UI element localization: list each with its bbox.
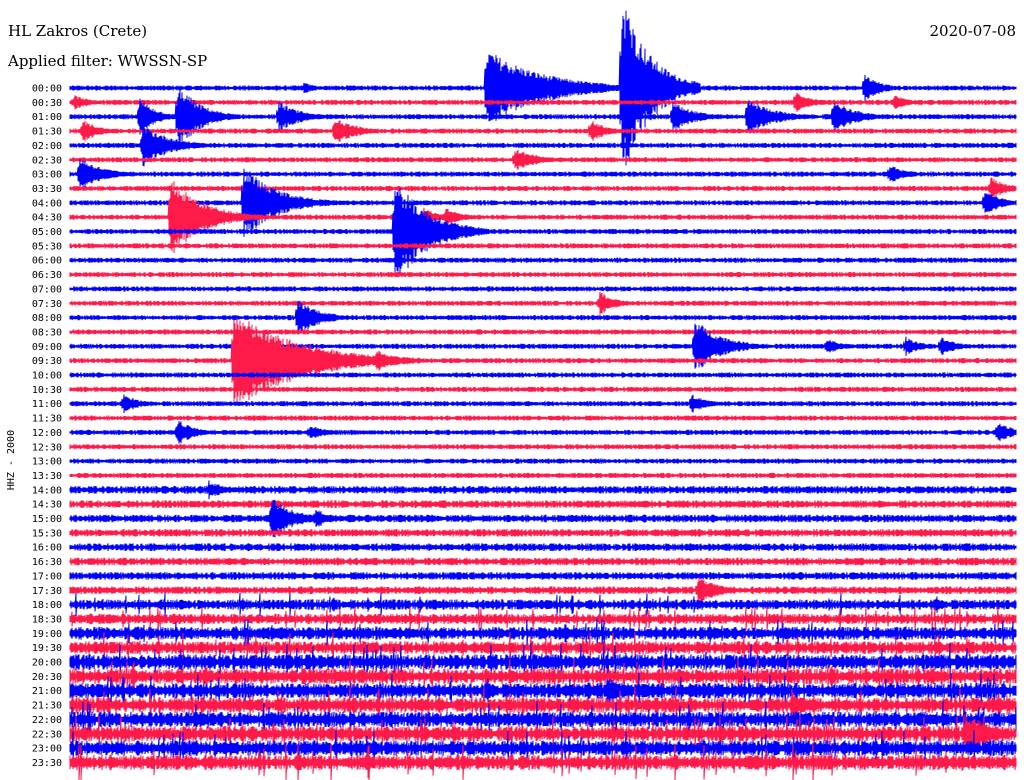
time-label: 05:00 bbox=[32, 227, 62, 238]
time-label: 03:00 bbox=[32, 170, 62, 181]
time-label: 17:30 bbox=[32, 586, 62, 597]
time-labels: 00:00 00:30 01:00 01:30 02:00 02:30 03:00 03:30… bbox=[32, 84, 62, 769]
time-label: 04:00 bbox=[32, 198, 62, 209]
time-label: 00:30 bbox=[32, 98, 62, 109]
time-label: 11:00 bbox=[32, 399, 62, 410]
time-label: 10:30 bbox=[32, 385, 62, 396]
time-label: 13:30 bbox=[32, 471, 62, 482]
helicorder-plot: 00:00 00:30 01:00 01:30 02:00 02:30 03:00 03:30… bbox=[32, 10, 1017, 780]
time-label: 22:00 bbox=[32, 715, 62, 726]
time-label: 21:00 bbox=[32, 686, 62, 697]
time-label: 19:30 bbox=[32, 643, 62, 654]
time-label: 15:30 bbox=[32, 528, 62, 539]
time-label: 06:00 bbox=[32, 256, 62, 267]
time-label: 03:30 bbox=[32, 184, 62, 195]
time-label: 14:30 bbox=[32, 500, 62, 511]
time-label: 16:30 bbox=[32, 557, 62, 568]
time-label: 09:00 bbox=[32, 342, 62, 353]
time-label: 07:30 bbox=[32, 299, 62, 310]
time-label: 14:00 bbox=[32, 485, 62, 496]
time-label: 10:00 bbox=[32, 371, 62, 382]
time-label: 23:30 bbox=[32, 758, 62, 769]
time-label: 18:30 bbox=[32, 614, 62, 625]
channel-label-box: HHZ - 2000 bbox=[6, 430, 17, 490]
channel-label: HHZ - 2000 bbox=[6, 430, 17, 490]
time-label: 22:30 bbox=[32, 729, 62, 740]
time-label: 01:00 bbox=[32, 112, 62, 123]
time-label: 04:30 bbox=[32, 213, 62, 224]
time-label: 01:30 bbox=[32, 127, 62, 138]
time-label: 19:00 bbox=[32, 629, 62, 640]
traces bbox=[69, 10, 1017, 780]
time-label: 02:00 bbox=[32, 141, 62, 152]
time-label: 00:00 bbox=[32, 84, 62, 95]
time-label: 06:30 bbox=[32, 270, 62, 281]
time-label: 08:30 bbox=[32, 327, 62, 338]
time-label: 18:00 bbox=[32, 600, 62, 611]
time-label: 16:00 bbox=[32, 543, 62, 554]
time-label: 23:00 bbox=[32, 744, 62, 755]
time-label: 02:30 bbox=[32, 155, 62, 166]
time-label: 12:00 bbox=[32, 428, 62, 439]
time-label: 20:00 bbox=[32, 658, 62, 669]
time-label: 09:30 bbox=[32, 356, 62, 367]
time-label: 07:00 bbox=[32, 284, 62, 295]
time-label: 15:00 bbox=[32, 514, 62, 525]
time-label: 05:30 bbox=[32, 241, 62, 252]
time-label: 12:30 bbox=[32, 442, 62, 453]
time-label: 13:00 bbox=[32, 457, 62, 468]
time-label: 08:00 bbox=[32, 313, 62, 324]
time-label: 17:00 bbox=[32, 571, 62, 582]
time-label: 11:30 bbox=[32, 414, 62, 425]
time-label: 20:30 bbox=[32, 672, 62, 683]
time-label: 21:30 bbox=[32, 701, 62, 712]
